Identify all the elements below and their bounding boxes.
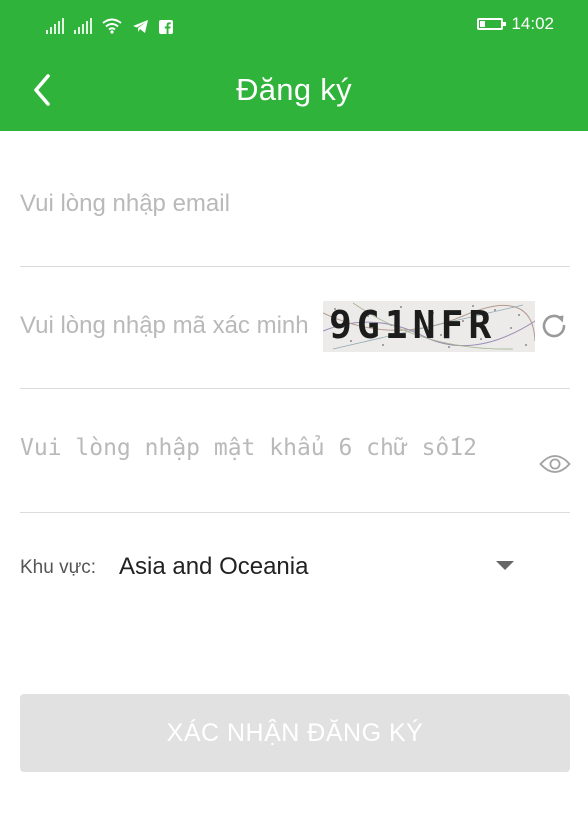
status-right: 14:02 <box>477 14 554 34</box>
status-icons <box>46 14 173 34</box>
password-input[interactable] <box>20 430 545 466</box>
status-bar: 14:02 <box>0 0 588 52</box>
region-label: Khu vực: <box>20 557 97 578</box>
app-bar: Đăng ký <box>0 52 588 131</box>
battery-icon <box>477 18 507 30</box>
email-input[interactable] <box>20 186 570 222</box>
page-title: Đăng ký <box>236 72 352 107</box>
email-field-row <box>20 132 570 267</box>
submit-register-button[interactable]: XÁC NHẬN ĐĂNG KÝ <box>20 694 570 772</box>
telegram-icon <box>133 20 148 33</box>
signal-icon <box>46 18 64 34</box>
refresh-icon <box>542 314 566 338</box>
captcha-input[interactable] <box>20 308 320 344</box>
eye-icon <box>539 455 571 473</box>
caret-down-icon <box>496 561 514 570</box>
wifi-icon <box>102 18 122 34</box>
signal-2-icon <box>74 18 92 34</box>
refresh-captcha-button[interactable] <box>534 306 574 346</box>
captcha-field-row: 9G1NFR <box>20 266 570 389</box>
password-field-row <box>20 388 572 513</box>
captcha-image[interactable]: 9G1NFR <box>323 301 535 352</box>
region-value: Asia and Oceania <box>119 553 309 580</box>
status-time: 14:02 <box>511 14 554 33</box>
toggle-password-button[interactable] <box>538 450 572 478</box>
region-select[interactable]: Khu vực: Asia and Oceania <box>20 540 550 596</box>
facebook-icon <box>159 20 173 34</box>
captcha-text: 9G1NFR <box>329 303 497 347</box>
